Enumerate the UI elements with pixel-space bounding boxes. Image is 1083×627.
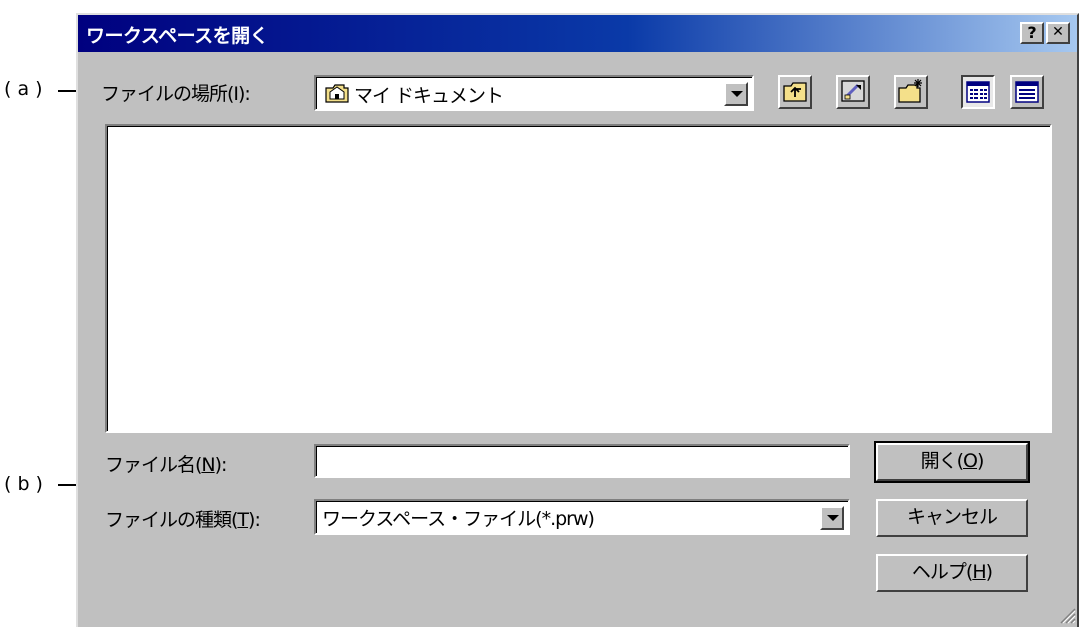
look-in-combobox[interactable]: マイ ドキュメント <box>314 75 754 111</box>
look-in-dropdown-arrow[interactable] <box>724 82 748 106</box>
help-button[interactable]: ヘルプ(H) <box>876 554 1028 592</box>
filetype-value: ワークスペース・ファイル(*.prw) <box>322 508 595 530</box>
filetype-dropdown-arrow[interactable] <box>820 506 844 530</box>
title-bar: ワークスペースを開く ? ✕ <box>78 15 1077 52</box>
filetype-label: ファイルの種類(T): <box>105 509 261 531</box>
filetype-combobox[interactable]: ワークスペース・ファイル(*.prw) <box>314 499 850 535</box>
annotation-a: ( a ) <box>4 78 43 100</box>
up-folder-icon <box>783 82 807 102</box>
details-view-button[interactable] <box>1010 75 1044 109</box>
new-folder-button[interactable] <box>894 75 928 109</box>
filename-input[interactable] <box>314 444 850 478</box>
file-list[interactable] <box>105 124 1052 433</box>
list-view-button[interactable] <box>961 75 995 109</box>
resize-grip-icon[interactable] <box>1058 606 1076 624</box>
open-button[interactable]: 開く(O) <box>874 441 1030 483</box>
folder-icon <box>325 84 349 103</box>
help-title-button[interactable]: ? <box>1020 22 1044 44</box>
cancel-button[interactable]: キャンセル <box>876 499 1028 537</box>
new-folder-icon <box>898 79 922 103</box>
close-title-button[interactable]: ✕ <box>1046 22 1070 44</box>
look-in-value: マイ ドキュメント <box>354 85 504 107</box>
dialog-title: ワークスペースを開く <box>86 25 269 47</box>
list-view-icon <box>966 81 990 103</box>
filename-label: ファイル名(N): <box>105 454 227 476</box>
look-in-label: ファイルの場所(I): <box>101 83 251 105</box>
desktop-icon <box>841 80 865 102</box>
desktop-button[interactable] <box>836 75 870 109</box>
up-one-level-button[interactable] <box>778 75 812 109</box>
details-view-icon <box>1015 81 1039 103</box>
annotation-b: ( b ) <box>4 473 43 495</box>
